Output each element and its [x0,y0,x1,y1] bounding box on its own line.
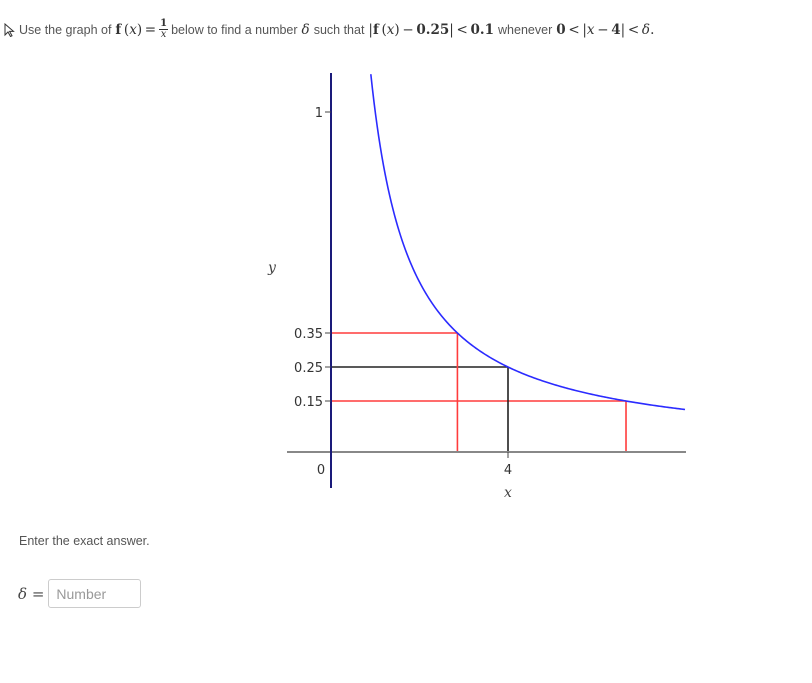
y-tick-label: 1 [315,106,323,121]
x-axis-label: x [504,485,512,501]
y-tick-label: 0.35 [294,327,323,342]
x-ticks: 04 [317,452,512,478]
instructions-text: Enter the exact answer. [19,534,150,548]
y-ticks: 1 0.35 0.25 0.15 [294,106,331,410]
x-tick-label: 4 [504,463,512,478]
x-tick-label: 0 [317,463,325,478]
y-tick-label: 0.15 [294,395,323,410]
delta-answer-input[interactable] [48,579,142,608]
delta-label: δ = [18,584,45,603]
answer-row: δ = [18,579,142,608]
y-tick-label: 0.25 [294,361,323,376]
curve-one-over-x [370,74,686,411]
y-axis-label: y [267,260,277,276]
